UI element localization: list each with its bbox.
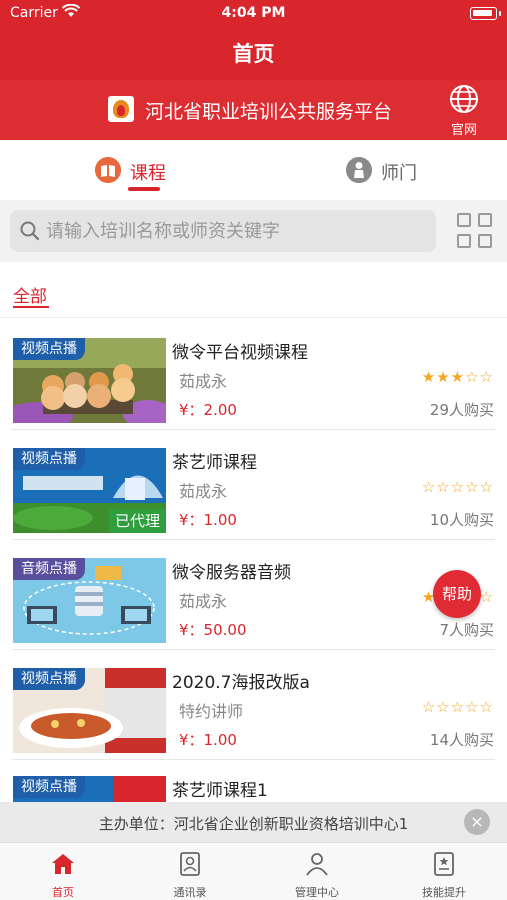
active-tab-indicator — [128, 187, 160, 191]
bottom-tab-label: 技能提升 — [422, 886, 466, 899]
tab-masters[interactable]: 师门 — [346, 140, 456, 200]
category-tabs: 课程 师门 — [0, 140, 507, 200]
home-icon — [52, 854, 74, 874]
media-type-tag: 视频点播 — [13, 668, 85, 690]
bottom-tab-home[interactable]: 首页 — [0, 843, 126, 900]
search-icon — [20, 221, 40, 241]
course-thumbnail: 视频点播 已代理 — [13, 448, 166, 533]
book-icon — [95, 157, 121, 183]
media-type-tag: 视频点播 — [13, 448, 85, 470]
bottom-tab-skills[interactable]: 技能提升 — [381, 843, 507, 900]
course-thumbnail: 音频点播 — [13, 558, 166, 643]
bottom-tab-label: 通讯录 — [173, 886, 207, 899]
bottom-tab-management[interactable]: 管理中心 — [254, 843, 380, 900]
person-icon — [346, 157, 372, 183]
course-author: 茹成永 — [179, 372, 228, 391]
course-item[interactable]: 视频点播 茶艺师课程1 — [0, 760, 507, 802]
media-type-tag: 视频点播 — [13, 776, 85, 798]
course-title: 茶艺师课程 — [172, 453, 257, 473]
tab-courses[interactable]: 课程 — [95, 140, 205, 200]
contacts-icon — [180, 852, 200, 876]
media-type-tag: 视频点播 — [13, 338, 85, 360]
filter-row: 全部 — [0, 262, 507, 318]
star-rating: ☆☆☆☆☆ — [421, 478, 494, 496]
star-rating: ☆☆☆☆☆ — [421, 698, 494, 716]
tab-masters-label: 师门 — [381, 163, 417, 184]
course-price: ¥：50.00 — [179, 621, 247, 639]
course-price: ¥：1.00 — [179, 511, 237, 529]
clock: 4:04 PM — [221, 5, 286, 21]
close-icon[interactable]: × — [464, 809, 490, 835]
buyer-count: 29人购买 — [429, 401, 494, 419]
platform-logo — [108, 96, 134, 122]
grid-icon — [457, 213, 471, 227]
agent-badge: 已代理 — [108, 509, 166, 533]
bottom-tab-contacts[interactable]: 通讯录 — [127, 843, 253, 900]
user-icon — [306, 853, 328, 876]
media-type-tag: 音频点播 — [13, 558, 85, 580]
course-item[interactable]: 视频点播 2020.7海报改版a 特约讲师 ¥：1.00 ☆☆☆☆☆ 14人购买 — [0, 650, 507, 760]
buyer-count: 14人购买 — [429, 731, 494, 749]
page-title: 首页 — [232, 42, 275, 66]
course-title: 微令服务器音频 — [172, 563, 291, 583]
search-box[interactable] — [10, 210, 436, 252]
sponsor-banner: 主办单位：河北省企业创新职业资格培训中心1 × — [0, 802, 507, 842]
course-title: 2020.7海报改版a — [172, 673, 310, 693]
search-input[interactable] — [46, 210, 430, 252]
course-title: 微令平台视频课程 — [172, 343, 308, 363]
battery-icon — [470, 7, 497, 20]
filter-all[interactable]: 全部 — [13, 282, 47, 307]
buyer-count: 10人购买 — [429, 511, 494, 529]
buyer-count: 7人购买 — [439, 621, 494, 639]
course-price: ¥：1.00 — [179, 731, 237, 749]
filter-indicator — [13, 306, 49, 308]
course-author: 茹成永 — [179, 482, 228, 501]
course-author: 特约讲师 — [179, 702, 244, 721]
course-thumbnail: 视频点播 — [13, 338, 166, 423]
platform-name: 河北省职业培训公共服务平台 — [145, 101, 393, 123]
grid-view-button[interactable] — [457, 213, 493, 249]
course-item[interactable]: 视频点播 微令平台视频课程 茹成永 ¥：2.00 ★★★☆☆ 29人购买 — [0, 320, 507, 430]
bottom-tab-label: 管理中心 — [295, 886, 339, 899]
course-item[interactable]: 视频点播 已代理 茶艺师课程 茹成永 ¥：1.00 ☆☆☆☆☆ 10人购买 — [0, 430, 507, 540]
course-price: ¥：2.00 — [179, 401, 237, 419]
search-area — [0, 200, 507, 262]
certificate-icon — [434, 852, 454, 876]
bottom-tab-label: 首页 — [52, 886, 74, 899]
help-button[interactable]: 帮助 — [433, 570, 481, 618]
official-site-button[interactable]: 官网 — [444, 84, 484, 138]
bottom-tab-bar: 首页 通讯录 管理中心 技能提升 — [0, 842, 507, 900]
tab-courses-label: 课程 — [130, 163, 166, 184]
course-title: 茶艺师课程1 — [172, 781, 268, 801]
star-rating: ★★★☆☆ — [421, 368, 494, 386]
sponsor-text: 主办单位：河北省企业创新职业资格培训中心1 — [98, 815, 409, 833]
course-author: 茹成永 — [179, 592, 228, 611]
status-bar: Carrier 4:04 PM — [0, 0, 507, 28]
course-item[interactable]: 音频点播 微令服务器音频 茹成永 ¥：50.00 ★☆☆☆☆ 7人购买 — [0, 540, 507, 650]
course-thumbnail: 视频点播 — [13, 776, 166, 802]
globe-icon — [450, 85, 478, 113]
official-site-label: 官网 — [450, 123, 477, 138]
course-thumbnail: 视频点播 — [13, 668, 166, 753]
